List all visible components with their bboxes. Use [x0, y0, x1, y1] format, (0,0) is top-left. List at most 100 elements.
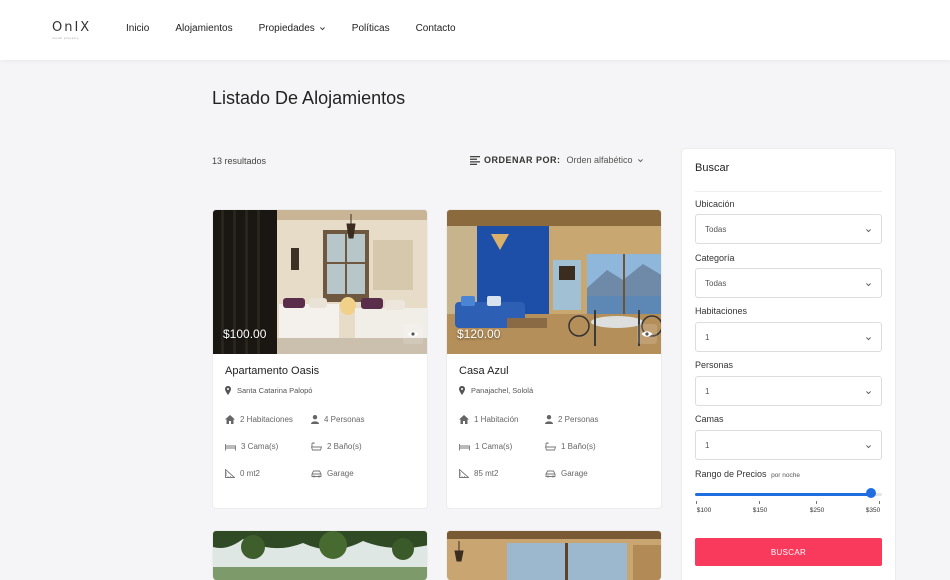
filter-category-value: Todas	[705, 278, 727, 288]
chevron-down-icon	[866, 283, 871, 287]
map-pin-icon	[459, 386, 465, 395]
range-tick-label: $250	[809, 507, 825, 514]
listing-photo[interactable]	[447, 531, 661, 580]
area-text: 85 mt2	[474, 469, 499, 478]
filter-category-select[interactable]: Todas	[695, 268, 882, 298]
nav-propiedades[interactable]: Propiedades	[259, 23, 326, 34]
interior-photo-illustration	[447, 531, 661, 580]
filter-people-select[interactable]: 1	[695, 376, 882, 406]
chevron-down-icon	[866, 445, 871, 449]
site-header: OnIX rental property Inicio Alojamientos…	[0, 0, 950, 60]
bed-icon	[225, 443, 236, 450]
filter-rooms-value: 1	[705, 332, 710, 342]
range-tick-label: $150	[752, 507, 768, 514]
user-icon	[545, 415, 553, 424]
chevron-down-icon	[866, 229, 871, 233]
chevron-down-icon	[866, 391, 871, 395]
filter-rooms-label: Habitaciones	[695, 306, 748, 316]
sort-label: ORDENAR POR:	[484, 155, 561, 165]
baths-text: 2 Baño(s)	[327, 442, 362, 451]
price-range-title: Rango de Precios	[695, 469, 767, 479]
garage-text: Garage	[327, 469, 354, 478]
listing-title[interactable]: Apartamento Oasis	[225, 365, 319, 377]
range-tick-label: $350	[865, 507, 881, 514]
bed-icon	[459, 443, 470, 450]
listing-photo[interactable]: $120.00	[447, 210, 661, 354]
listing-title[interactable]: Casa Azul	[459, 365, 509, 377]
range-tick-label: $100	[696, 507, 712, 514]
listing-card[interactable]: $120.00 Casa Azul Panajachel, Sololá 1 H…	[446, 209, 662, 509]
garden-photo-illustration	[213, 531, 427, 580]
filter-location-select[interactable]: Todas	[695, 214, 882, 244]
listing-photo[interactable]: $100.00	[213, 210, 427, 354]
listing-card[interactable]: $100.00 Apartamento Oasis Santa Catarina…	[212, 209, 428, 509]
quick-view-button[interactable]	[403, 324, 423, 344]
rooms-text: 1 Habitación	[474, 415, 519, 424]
sidebar-title: Buscar	[695, 162, 730, 174]
quick-view-button[interactable]	[637, 324, 657, 344]
filter-people-label: Personas	[695, 360, 734, 370]
filter-beds-select[interactable]: 1	[695, 430, 882, 460]
nav-inicio[interactable]: Inicio	[126, 23, 149, 34]
price-range-handle[interactable]	[865, 488, 876, 498]
range-tick	[816, 501, 817, 504]
sidebar-divider	[695, 191, 882, 192]
search-button[interactable]: BUSCAR	[695, 538, 882, 566]
area-ruler-icon	[225, 469, 235, 478]
baths-text: 1 Baño(s)	[561, 442, 596, 451]
feature-people: 4 Personas	[311, 415, 364, 424]
chevron-down-icon	[319, 27, 325, 31]
home-icon	[459, 415, 469, 424]
nav-alojamientos[interactable]: Alojamientos	[175, 23, 232, 34]
nav-politicas[interactable]: Políticas	[352, 23, 390, 34]
search-sidebar: Buscar Ubicación Todas Categoría Todas H…	[681, 148, 896, 580]
bathtub-icon	[311, 442, 322, 451]
filter-location-label: Ubicación	[695, 199, 735, 209]
location-text: Panajachel, Sololá	[471, 386, 534, 395]
listing-location: Panajachel, Sololá	[459, 386, 533, 395]
sort-lines-icon	[470, 155, 480, 165]
eye-icon	[407, 331, 419, 337]
beds-text: 3 Cama(s)	[241, 442, 279, 451]
feature-area: 0 mt2	[225, 469, 260, 478]
price-range-track[interactable]	[695, 493, 882, 496]
listing-card[interactable]	[446, 530, 662, 580]
range-tick	[759, 501, 760, 504]
range-tick	[879, 501, 880, 504]
listing-photo[interactable]	[213, 531, 427, 580]
beds-text: 1 Cama(s)	[475, 442, 513, 451]
feature-rooms: 1 Habitación	[459, 415, 518, 424]
filter-rooms-select[interactable]: 1	[695, 322, 882, 352]
people-text: 4 Personas	[324, 415, 365, 424]
feature-beds: 1 Cama(s)	[459, 442, 512, 451]
area-ruler-icon	[459, 469, 469, 478]
filter-beds-label: Camas	[695, 414, 724, 424]
feature-rooms: 2 Habitaciones	[225, 415, 293, 424]
rooms-text: 2 Habitaciones	[240, 415, 293, 424]
results-count: 13 resultados	[212, 156, 267, 166]
feature-baths: 2 Baño(s)	[311, 442, 362, 451]
logo-text: OnIX	[52, 20, 92, 35]
car-icon	[545, 470, 556, 477]
site-logo[interactable]: OnIX rental property	[52, 20, 91, 40]
feature-garage: Garage	[545, 469, 588, 478]
nav-propiedades-label: Propiedades	[258, 23, 315, 34]
sort-control[interactable]: ORDENAR POR: Orden alfabético	[470, 155, 644, 165]
price-range-label: Rango de Precios por noche	[695, 469, 800, 479]
logo-subtitle: rental property	[52, 36, 79, 40]
listing-location: Santa Catarina Palopó	[225, 386, 312, 395]
feature-garage: Garage	[311, 469, 354, 478]
feature-people: 2 Personas	[545, 415, 598, 424]
bathtub-icon	[545, 442, 556, 451]
feature-baths: 1 Baño(s)	[545, 442, 596, 451]
listing-price: $120.00	[457, 327, 501, 341]
nav-contacto[interactable]: Contacto	[416, 23, 456, 34]
page-title: Listado De Alojamientos	[212, 88, 406, 108]
chevron-down-icon	[637, 158, 643, 162]
sort-value: Orden alfabético	[566, 155, 633, 165]
price-range-fill	[695, 493, 871, 496]
chevron-down-icon	[866, 337, 871, 341]
price-range-ticks: $100 $150 $250 $350	[695, 501, 882, 517]
listing-card[interactable]	[212, 530, 428, 580]
garage-text: Garage	[561, 469, 588, 478]
